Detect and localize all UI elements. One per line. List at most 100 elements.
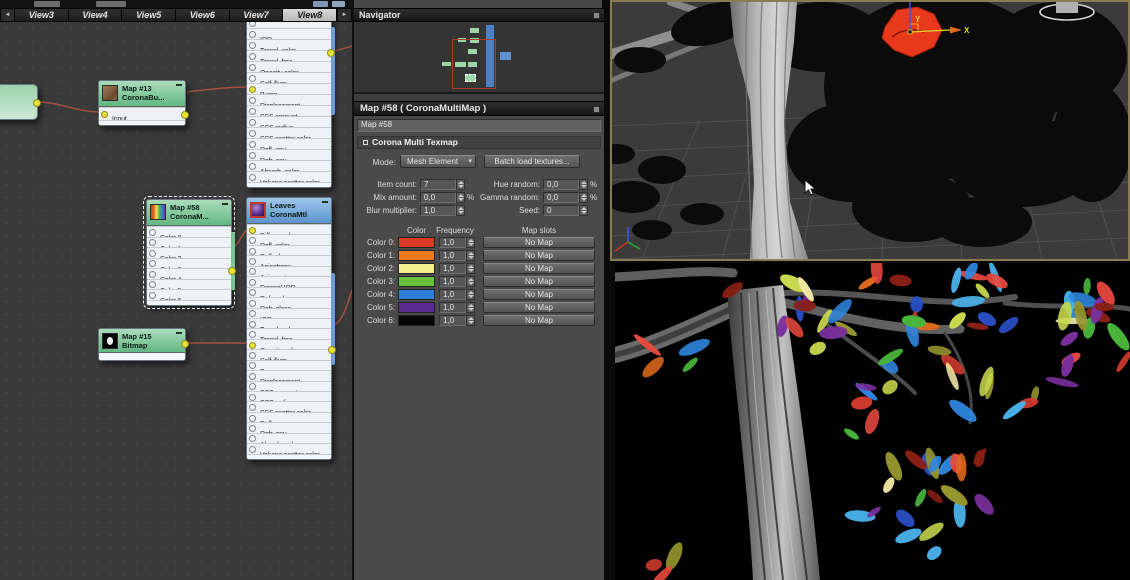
frequency-field[interactable]: 1,0: [439, 263, 466, 274]
param-field[interactable]: 0,0: [420, 192, 456, 203]
slot-socket[interactable]: [249, 97, 256, 104]
slot-color-2[interactable]: Color 2: [147, 247, 231, 258]
slot-sss-radius[interactable]: SSS radius: [247, 116, 331, 127]
spinner[interactable]: [466, 315, 475, 326]
slot-socket[interactable]: [249, 393, 256, 401]
slot-refr-env-[interactable]: Refr. env.: [247, 422, 331, 433]
spinner[interactable]: [466, 263, 475, 274]
slot-socket[interactable]: [249, 141, 256, 148]
node-offscreen-map[interactable]: [0, 84, 41, 120]
panel-menu-icon[interactable]: [593, 12, 600, 19]
rollout-toggle-icon[interactable]: [363, 140, 368, 145]
node-map13[interactable]: Map #13 CoronaBu... Input: [98, 80, 189, 126]
slot-opacity-color[interactable]: Opacity color: [247, 338, 331, 350]
slot-transl-frac-[interactable]: Transl. frac.: [247, 50, 331, 61]
spinner[interactable]: [466, 302, 475, 313]
slot-color-1[interactable]: Color 1: [147, 236, 231, 247]
spinner[interactable]: [579, 205, 588, 216]
map-slot-button[interactable]: No Map: [483, 237, 595, 248]
slot-refr-env-[interactable]: Refr. env.: [247, 149, 331, 160]
slot-socket[interactable]: [249, 237, 256, 245]
slot-self-illum-[interactable]: Self-illum.: [247, 72, 331, 83]
tab-view8[interactable]: View8: [283, 8, 338, 22]
map-slot-button[interactable]: No Map: [483, 289, 595, 300]
minimap-view-frame[interactable]: [452, 39, 496, 89]
tab-scroll-right-icon[interactable]: ►: [337, 8, 352, 22]
slot-socket[interactable]: [249, 258, 256, 266]
slot-socket[interactable]: [249, 31, 256, 38]
map-slot-button[interactable]: No Map: [483, 250, 595, 261]
param-field[interactable]: 0: [543, 205, 579, 216]
node-output-socket[interactable]: [181, 111, 189, 119]
slot-bump[interactable]: Bump: [247, 359, 331, 371]
slot-refl-color[interactable]: Refl. color: [247, 234, 331, 245]
slot-socket[interactable]: [249, 152, 256, 159]
frequency-field[interactable]: 1,0: [439, 302, 466, 313]
slot-ior[interactable]: IOR: [247, 28, 331, 39]
toolbar-icon[interactable]: [332, 1, 345, 7]
slot-transl-frac-[interactable]: Transl. frac.: [247, 328, 331, 339]
slot-socket[interactable]: [149, 260, 156, 268]
slot-socket[interactable]: [249, 22, 256, 27]
slot-socket[interactable]: [249, 383, 256, 391]
slot-refl-gloss-[interactable]: Refl. gloss.: [247, 244, 331, 256]
spinner[interactable]: [456, 205, 465, 216]
tab-view3[interactable]: View3: [15, 8, 69, 22]
slot-socket[interactable]: [249, 278, 256, 286]
map-slot-button[interactable]: No Map: [483, 315, 595, 326]
slot-refr-gloss-[interactable]: Refr. gloss.: [247, 297, 331, 308]
color-swatch[interactable]: [398, 263, 435, 274]
slot-sss-amount[interactable]: SSS amount: [247, 105, 331, 116]
slot-socket[interactable]: [249, 331, 256, 339]
slot-socket[interactable]: [101, 111, 108, 118]
viewport-render[interactable]: [607, 253, 1130, 580]
map-slot-button[interactable]: No Map: [483, 302, 595, 313]
slot-socket[interactable]: [249, 119, 256, 126]
param-field[interactable]: 1,0: [420, 205, 456, 216]
node-output-socket[interactable]: [328, 346, 336, 354]
spinner[interactable]: [456, 192, 465, 203]
batch-load-textures-button[interactable]: Batch load textures...: [484, 155, 580, 168]
color-swatch[interactable]: [398, 237, 435, 248]
slot-socket[interactable]: [149, 270, 156, 278]
slot-socket[interactable]: [249, 42, 256, 49]
slot-volume-scatter-color[interactable]: Volume scatter color: [247, 171, 331, 182]
slot-color-0[interactable]: Color 0: [147, 226, 231, 237]
material-panel-header[interactable]: Map #58 ( CoronaMultiMap ): [354, 101, 604, 116]
slot-input[interactable]: Input: [99, 107, 185, 120]
map-slot-button[interactable]: No Map: [483, 263, 595, 274]
slot-socket[interactable]: [249, 174, 256, 181]
tab-view5[interactable]: View5: [122, 8, 177, 22]
slot-aniso-rot-[interactable]: Aniso rot.: [247, 265, 331, 277]
color-swatch[interactable]: [398, 250, 435, 261]
node-output-socket[interactable]: [181, 340, 189, 348]
slot-bump[interactable]: Bump: [247, 83, 331, 94]
color-swatch[interactable]: [398, 315, 435, 326]
panel-menu-icon[interactable]: [593, 106, 600, 113]
color-swatch[interactable]: [398, 276, 435, 287]
slot-socket[interactable]: [249, 130, 256, 137]
slot-socket[interactable]: [249, 163, 256, 170]
slot-socket[interactable]: [249, 341, 256, 349]
spinner[interactable]: [579, 192, 588, 203]
param-field[interactable]: 0,0: [543, 192, 579, 203]
node-map15[interactable]: Map #15 Bitmap: [98, 328, 189, 361]
slot-socket[interactable]: [149, 249, 156, 257]
slot-socket[interactable]: [149, 281, 156, 289]
node-minimize-icon[interactable]: [222, 203, 228, 205]
slot-displacement[interactable]: Displacement: [247, 370, 331, 381]
slot-displacement[interactable]: Displacement: [247, 94, 331, 105]
slot-socket[interactable]: [249, 320, 256, 328]
color-swatch[interactable]: [398, 289, 435, 300]
rollout-corona-multi-texmap[interactable]: Corona Multi Texmap: [357, 136, 601, 149]
spinner[interactable]: [466, 237, 475, 248]
slot-anisotropy[interactable]: Anisotropy: [247, 255, 331, 266]
map-slot-button[interactable]: No Map: [483, 276, 595, 287]
slot-socket[interactable]: [249, 299, 256, 307]
slot-socket[interactable]: [249, 226, 256, 234]
tab-view6[interactable]: View6: [176, 8, 230, 22]
tab-scroll-left-icon[interactable]: ◄: [0, 8, 15, 22]
spinner[interactable]: [466, 276, 475, 287]
slot-transl-color[interactable]: Transl. color: [247, 39, 331, 50]
slot-refl-env-[interactable]: Refl. env.: [247, 411, 331, 423]
